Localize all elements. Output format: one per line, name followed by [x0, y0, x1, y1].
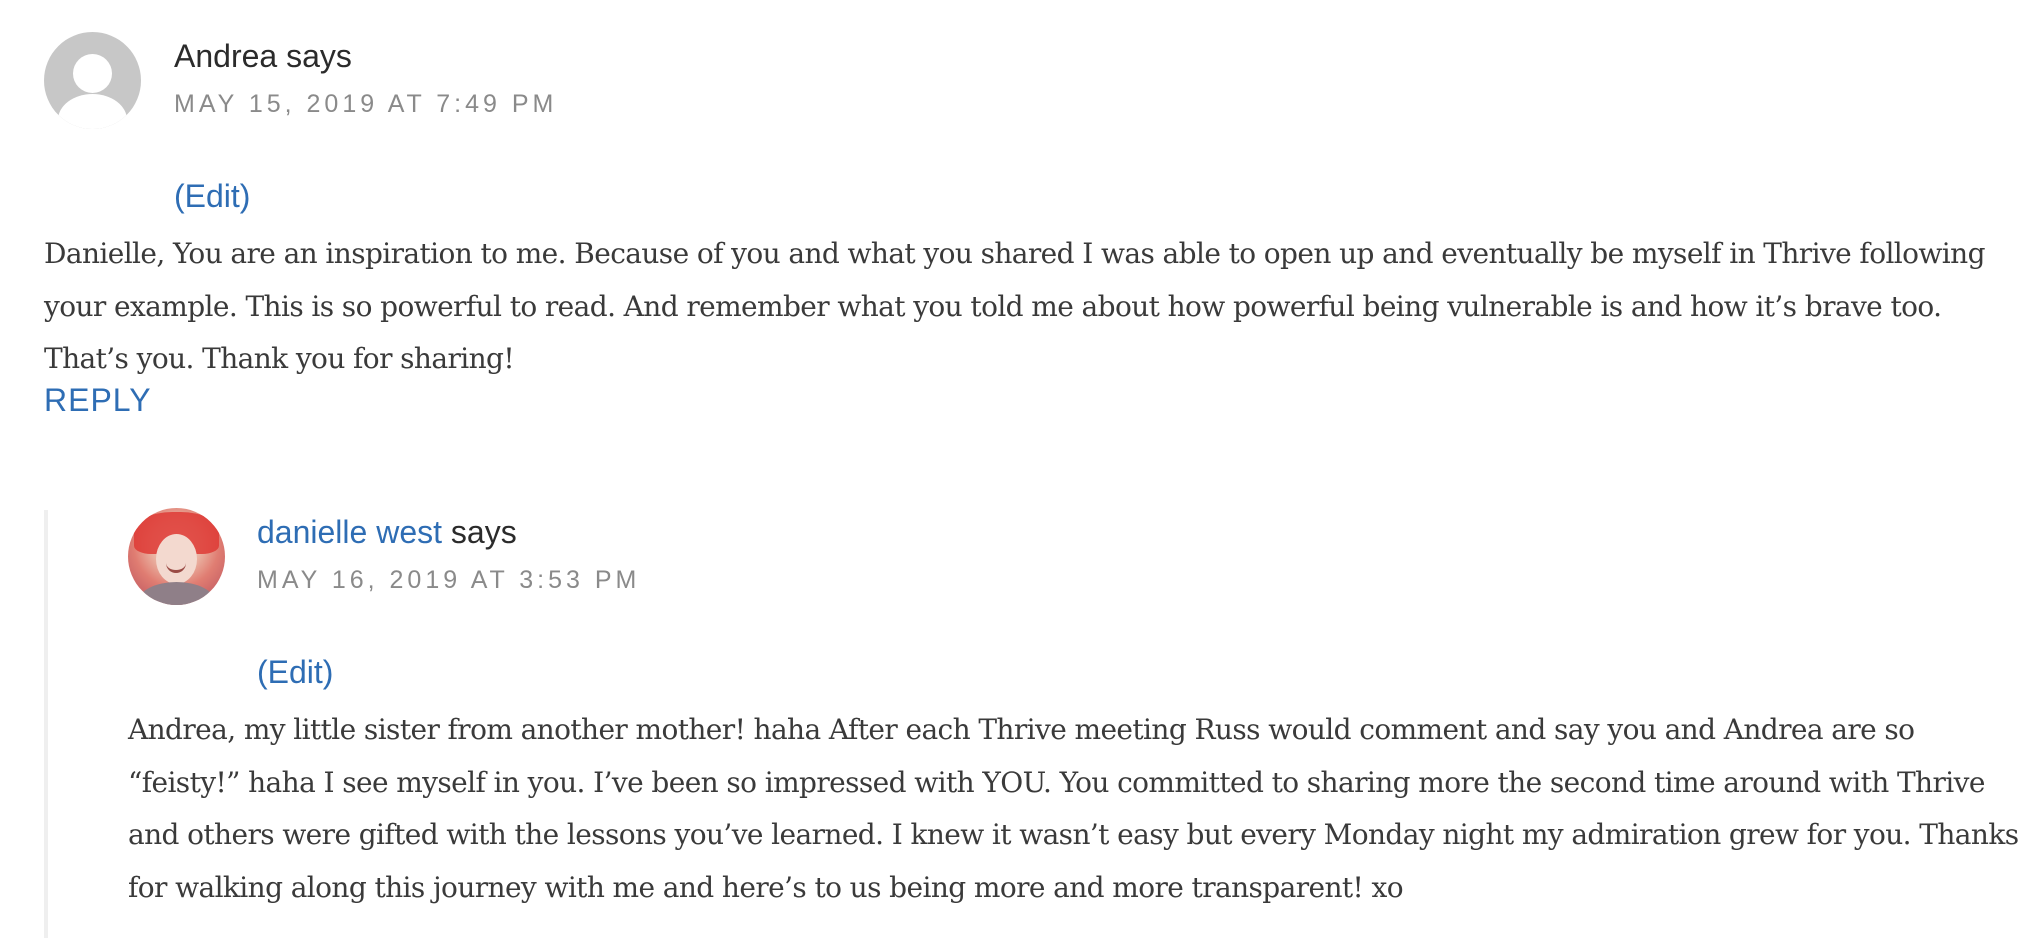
author-line: danielle west says: [257, 516, 640, 548]
author-photo-avatar: [128, 508, 225, 605]
comment-date-link[interactable]: MAY 15, 2019 AT 7:49 PM: [174, 92, 557, 117]
reply-link[interactable]: REPLY: [44, 384, 152, 416]
comment-author: Andrea: [174, 38, 278, 74]
comment-author-link[interactable]: danielle west: [257, 514, 442, 550]
author-line: Andrea says: [174, 40, 557, 72]
default-avatar-icon: [44, 32, 141, 129]
avatar-shoulders-shape: [138, 582, 215, 605]
comment-date-link[interactable]: MAY 16, 2019 AT 3:53 PM: [257, 568, 640, 593]
avatar-shoulders-shape: [58, 94, 127, 129]
comment-meta: Andrea says MAY 15, 2019 AT 7:49 PM: [174, 40, 557, 117]
says-label: says: [286, 38, 352, 74]
comment-meta: danielle west says MAY 16, 2019 AT 3:53 …: [257, 516, 640, 593]
edit-link[interactable]: (Edit): [257, 656, 333, 688]
edit-link[interactable]: (Edit): [174, 180, 250, 212]
says-label: says: [450, 514, 517, 550]
comment-body: Andrea, my little sister from another mo…: [128, 713, 2019, 904]
avatar-head-shape: [73, 54, 112, 93]
reply-thread-line: [44, 510, 48, 938]
avatar-face-shape: [156, 534, 197, 584]
comment-body: Danielle, You are an inspiration to me. …: [44, 237, 1986, 375]
